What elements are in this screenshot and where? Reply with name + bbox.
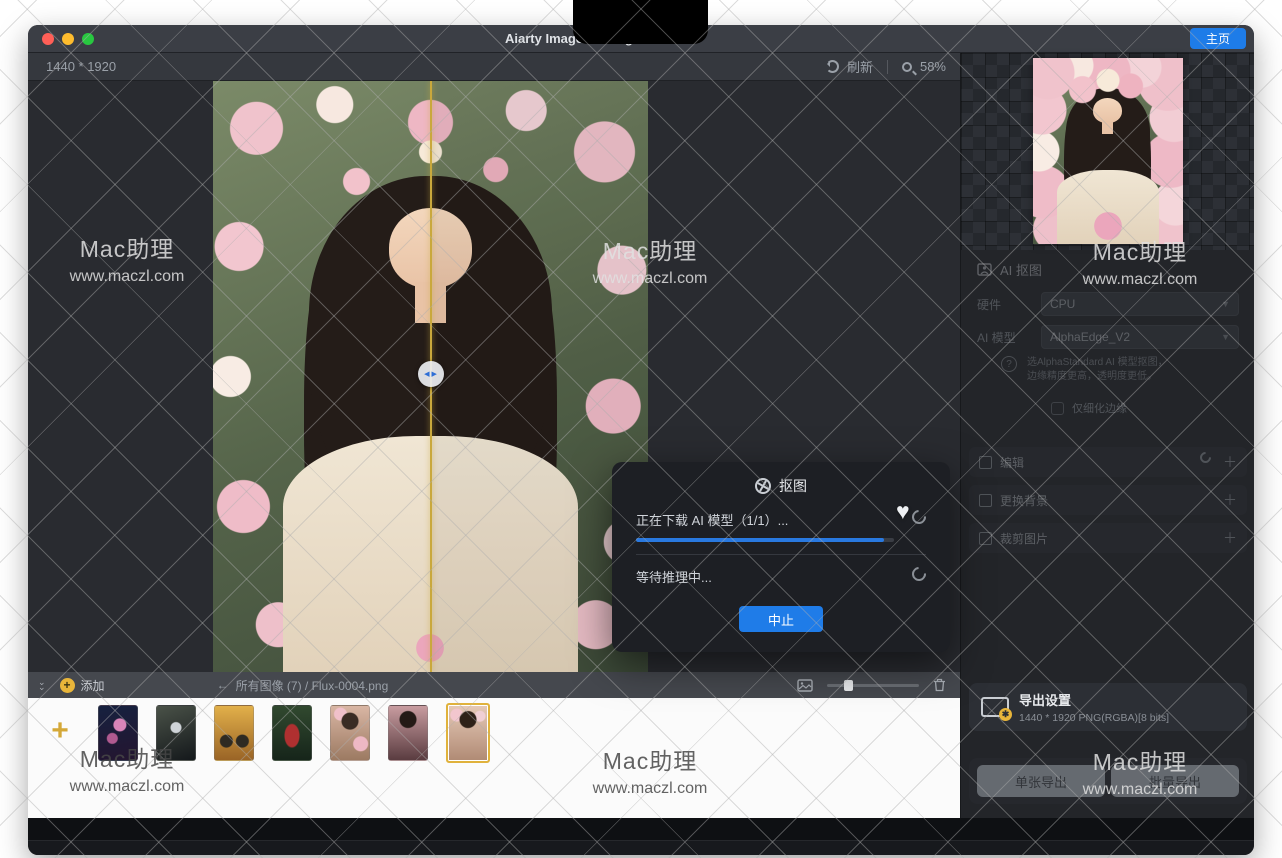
export-single-button[interactable]: 单张导出 xyxy=(977,765,1105,797)
slider-knob[interactable] xyxy=(844,680,853,691)
expand-plus-icon[interactable]: ＋ xyxy=(1223,490,1237,510)
background-icon xyxy=(979,494,992,507)
thumbnail-6[interactable] xyxy=(388,705,428,761)
window-footer xyxy=(28,840,1254,855)
hardware-label: 硬件 xyxy=(977,296,1041,313)
heart-icon: ♥ xyxy=(896,498,910,525)
zoom-icon[interactable] xyxy=(902,62,912,72)
download-status: 正在下载 AI 模型（1/1）... xyxy=(636,510,894,529)
crop-icon xyxy=(979,532,992,545)
panel-background[interactable]: 更换背景 ＋ xyxy=(969,485,1247,515)
abort-button[interactable]: 中止 xyxy=(739,606,823,632)
add-image-plus-button[interactable]: + xyxy=(40,705,80,757)
compare-slider-handle[interactable]: ◀▶ xyxy=(418,361,444,387)
model-hint: ? 选AlphaStandard AI 模型抠图， 边缘精度更高，透明度更低。 xyxy=(1001,356,1237,384)
thumbnail-size-icon[interactable] xyxy=(797,679,813,692)
edge-refine-label: 仅细化边缘 xyxy=(1072,400,1127,416)
chevron-down-icon: ▼ xyxy=(1221,299,1230,309)
thumbnail-5[interactable] xyxy=(330,705,370,761)
sidebar: AI 抠图 硬件 CPU ▼ AI 模型 AlphaEdge_V2 ▼ xyxy=(960,53,1254,818)
ai-matting-section-header: AI 抠图 xyxy=(977,260,1042,279)
toolbar-separator xyxy=(887,60,888,74)
edit-icon xyxy=(979,456,992,469)
edge-refine-checkbox[interactable] xyxy=(1051,402,1064,415)
refresh-icon[interactable] xyxy=(826,60,839,73)
screen-notch xyxy=(573,0,708,44)
spinner-icon xyxy=(909,564,929,584)
image-resolution: 1440 * 1920 xyxy=(46,59,116,74)
close-window-button[interactable] xyxy=(42,33,54,45)
export-batch-button[interactable]: 批量导出 xyxy=(1111,765,1239,797)
add-image-button[interactable]: + 添加 xyxy=(60,677,105,694)
ai-matting-icon xyxy=(977,263,992,276)
expand-plus-icon[interactable]: ＋ xyxy=(1223,452,1237,472)
thumbnail-1[interactable] xyxy=(98,705,138,761)
download-progress-bar xyxy=(636,538,894,542)
export-format: 1440 * 1920 PNG(RGBA)[8 bits] xyxy=(1019,712,1169,724)
undo-icon[interactable] xyxy=(1198,450,1214,466)
aperture-icon xyxy=(755,478,771,494)
help-icon[interactable]: ? xyxy=(1001,356,1017,372)
minimize-window-button[interactable] xyxy=(62,33,74,45)
breadcrumb-text: 所有图像 (7) / Flux-0004.png xyxy=(236,677,389,694)
delete-icon[interactable] xyxy=(933,678,946,692)
thumbnail-4[interactable] xyxy=(272,705,312,761)
panel-edit[interactable]: 编辑 ＋ xyxy=(969,447,1247,477)
traffic-lights xyxy=(42,33,94,45)
edge-refine-option: 仅细化边缘 xyxy=(1051,400,1127,416)
dialog-divider xyxy=(636,554,926,555)
add-icon: + xyxy=(60,678,75,693)
thumbnail-3[interactable] xyxy=(214,705,254,761)
home-button[interactable]: 主页 xyxy=(1190,28,1246,49)
dialog-title: 抠图 xyxy=(779,476,807,496)
preview-image: ◀▶ xyxy=(213,81,648,672)
ai-model-row: AI 模型 AlphaEdge_V2 ▼ xyxy=(977,325,1239,349)
refresh-label[interactable]: 刷新 xyxy=(847,57,873,76)
zoom-level[interactable]: 58% xyxy=(920,59,946,74)
collapse-filmstrip-icon[interactable]: ⌄⌄ xyxy=(38,680,46,690)
matting-progress-dialog: 抠图 正在下载 AI 模型（1/1）... 等待推理中... 中止 xyxy=(612,462,950,652)
viewer-toolbar: 1440 * 1920 刷新 58% xyxy=(28,53,960,81)
export-settings-icon: ✱ xyxy=(981,697,1009,717)
zoom-window-button[interactable] xyxy=(82,33,94,45)
breadcrumb[interactable]: ← 所有图像 (7) / Flux-0004.png xyxy=(217,677,389,694)
thumbnail-2[interactable] xyxy=(156,705,196,761)
export-settings-title: 导出设置 xyxy=(1019,690,1169,709)
thumbnail-size-slider[interactable] xyxy=(827,684,919,687)
hardware-dropdown[interactable]: CPU ▼ xyxy=(1041,292,1239,316)
window-bottom-bar xyxy=(28,818,1254,840)
export-settings[interactable]: ✱ 导出设置 1440 * 1920 PNG(RGBA)[8 bits] xyxy=(969,683,1247,731)
app-window: Aiarty Image Matting 主页 1440 * 1920 刷新 5… xyxy=(28,25,1254,855)
export-buttons: 单张导出 批量导出 xyxy=(969,758,1247,804)
chevron-down-icon: ▼ xyxy=(1221,332,1230,342)
matted-result-thumbnail xyxy=(1033,58,1183,244)
transparency-preview xyxy=(961,53,1254,250)
inference-status: 等待推理中... xyxy=(636,567,712,586)
ai-model-dropdown[interactable]: AlphaEdge_V2 ▼ xyxy=(1041,325,1239,349)
spinner-icon xyxy=(909,507,929,527)
filmstrip-bar: ⌄⌄ + 添加 ← 所有图像 (7) / Flux-0004.png xyxy=(28,672,960,698)
hardware-row: 硬件 CPU ▼ xyxy=(977,292,1239,316)
expand-plus-icon[interactable]: ＋ xyxy=(1223,528,1237,548)
gear-icon: ✱ xyxy=(999,708,1012,721)
thumbnail-strip: + xyxy=(28,698,960,818)
ai-model-label: AI 模型 xyxy=(977,329,1041,346)
panel-crop[interactable]: 裁剪图片 ＋ xyxy=(969,523,1247,553)
thumbnail-7-selected[interactable] xyxy=(446,703,490,763)
add-label: 添加 xyxy=(81,677,105,694)
page: Aiarty Image Matting 主页 1440 * 1920 刷新 5… xyxy=(0,0,1282,858)
back-arrow-icon[interactable]: ← xyxy=(217,678,229,692)
